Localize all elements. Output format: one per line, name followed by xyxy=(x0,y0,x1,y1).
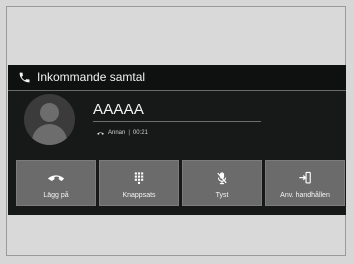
hang-up-label: Lägg på xyxy=(43,192,69,199)
hang-up-button[interactable]: Lägg på xyxy=(16,160,96,206)
keypad-label: Knappsats xyxy=(122,192,156,199)
caller-divider xyxy=(93,121,261,122)
mute-icon xyxy=(217,172,227,185)
avatar-body xyxy=(32,124,67,145)
caller-label: Annan xyxy=(108,130,126,136)
header-divider xyxy=(8,90,346,91)
avatar-head xyxy=(40,103,59,122)
call-header: Inkommande samtal xyxy=(8,65,346,90)
hang-up-icon xyxy=(47,175,65,181)
handheld-icon xyxy=(299,171,311,184)
call-meta: Annan | 00:21 xyxy=(96,128,148,138)
phone-icon xyxy=(19,72,30,83)
page-title: Inkommande samtal xyxy=(37,70,146,84)
caller-name: AAAAA xyxy=(93,101,145,118)
use-handheld-button[interactable]: Anv. handhållen xyxy=(265,160,345,206)
keypad-button[interactable]: Knappsats xyxy=(99,160,179,206)
device-frame: Inkommande samtal AAAAA Annan | 00:21 Lä… xyxy=(6,6,346,256)
call-status-icon xyxy=(97,132,104,135)
meta-separator: | xyxy=(128,130,130,136)
mute-button[interactable]: Tyst xyxy=(182,160,262,206)
use-handheld-label: Anv. handhållen xyxy=(280,192,330,199)
avatar xyxy=(24,94,75,145)
mute-label: Tyst xyxy=(215,192,229,199)
incoming-call-screen: Inkommande samtal AAAAA Annan | 00:21 Lä… xyxy=(8,65,346,215)
call-duration: 00:21 xyxy=(132,130,148,136)
keypad-icon xyxy=(134,172,144,184)
